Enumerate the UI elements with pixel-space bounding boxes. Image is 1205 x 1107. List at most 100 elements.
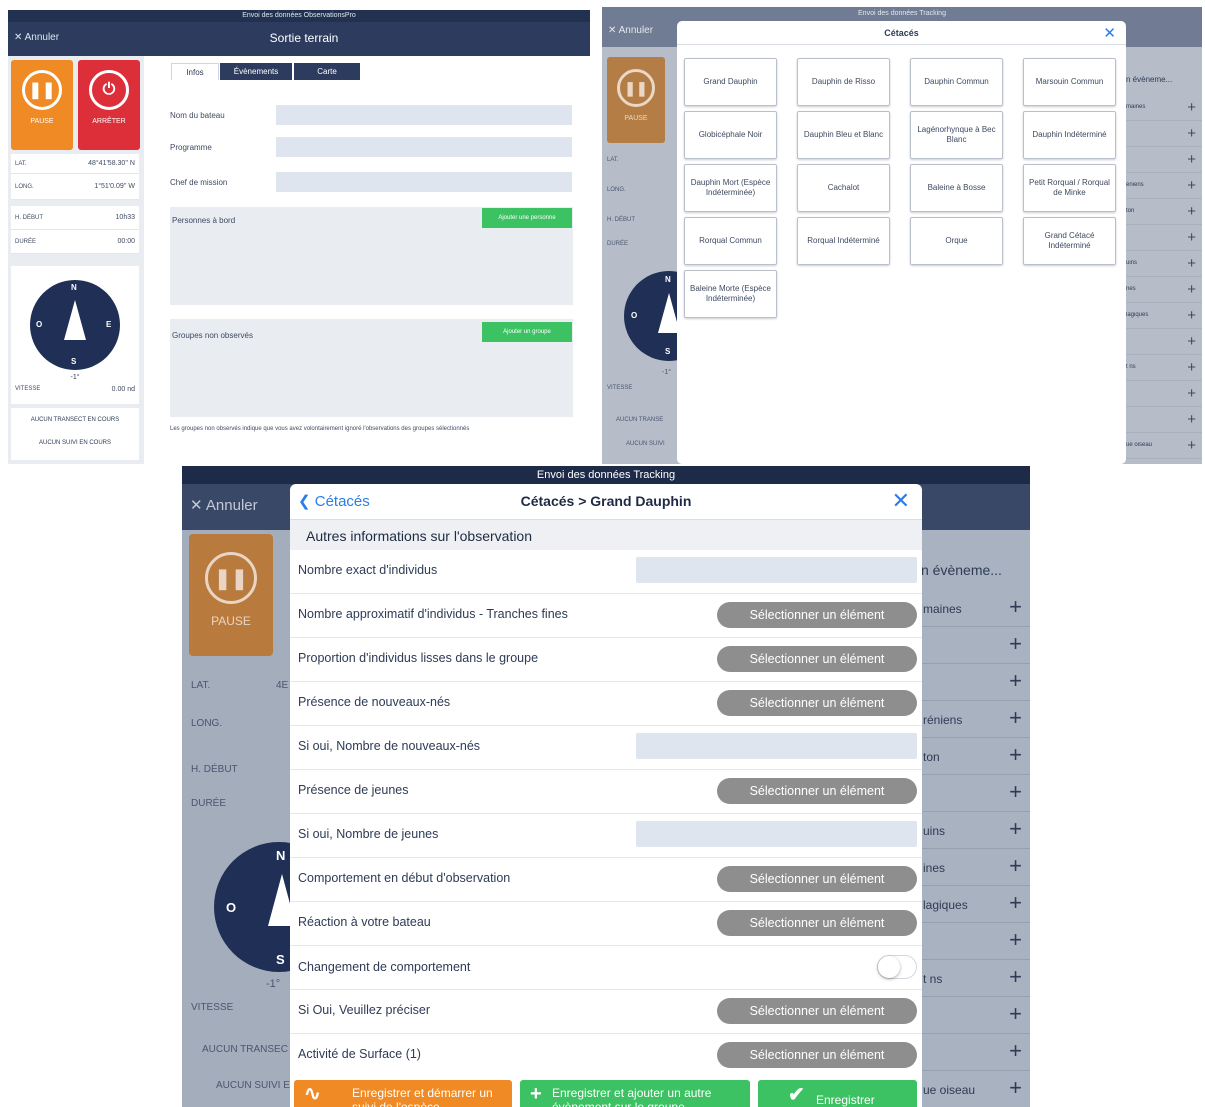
- tab-evenements[interactable]: Évènements: [220, 63, 292, 80]
- species-orque[interactable]: Orque: [910, 217, 1003, 265]
- list-item[interactable]: lagiques +: [1126, 303, 1202, 329]
- smooth-proportion-select[interactable]: Sélectionner un élément: [717, 646, 917, 672]
- list-item[interactable]: +: [919, 775, 1030, 812]
- cancel-button[interactable]: ✕ Annuler: [608, 25, 653, 36]
- list-item[interactable]: ue oiseau +: [919, 1071, 1030, 1107]
- species-dauphin-de-risso[interactable]: Dauphin de Risso: [797, 58, 890, 106]
- list-item[interactable]: ines +: [919, 849, 1030, 886]
- list-item[interactable]: maines +: [919, 590, 1030, 627]
- tab-infos[interactable]: Infos: [171, 63, 219, 80]
- species-grand-cetace-indetermine[interactable]: Grand Cétacé Indéterminé: [1023, 217, 1116, 265]
- plus-icon: +: [1009, 1001, 1022, 1026]
- cancel-button[interactable]: ✕ Annuler: [14, 32, 59, 43]
- list-item[interactable]: uins +: [1126, 251, 1202, 277]
- list-item[interactable]: t ns +: [1126, 355, 1202, 381]
- list-item[interactable]: +: [919, 997, 1030, 1034]
- newborns-count-input[interactable]: [636, 733, 917, 759]
- list-item[interactable]: +: [919, 1034, 1030, 1071]
- list-item[interactable]: +: [1126, 329, 1202, 355]
- list-item[interactable]: réniens +: [919, 701, 1030, 738]
- add-person-button[interactable]: Ajouter une personne: [482, 208, 572, 228]
- add-group-button[interactable]: Ajouter un groupe: [482, 322, 572, 342]
- save-button[interactable]: ✔ Enregistrer: [758, 1080, 917, 1107]
- juveniles-select[interactable]: Sélectionner un élément: [717, 778, 917, 804]
- list-item[interactable]: +: [1126, 121, 1202, 147]
- species-grand-dauphin[interactable]: Grand Dauphin: [684, 58, 777, 106]
- plus-icon: +: [1187, 385, 1196, 402]
- route-icon: ∿: [304, 1083, 321, 1105]
- save-and-add-button[interactable]: + Enregistrer et ajouter un autre évèneme…: [520, 1080, 750, 1107]
- behavior-detail-select[interactable]: Sélectionner un élément: [717, 998, 917, 1024]
- species-dauphin-indetermine[interactable]: Dauphin Indéterminé: [1023, 111, 1116, 159]
- form-row: Changement de comportement: [290, 946, 922, 990]
- list-item[interactable]: éniens +: [1126, 173, 1202, 199]
- species-globicephale-noir[interactable]: Globicéphale Noir: [684, 111, 777, 159]
- start-value: 10h33: [115, 214, 135, 221]
- chevron-left-icon: ❮: [298, 493, 315, 510]
- species-dauphin-commun[interactable]: Dauphin Commun: [910, 58, 1003, 106]
- species-petit-rorqual[interactable]: Petit Rorqual / Rorqual de Minke: [1023, 164, 1116, 212]
- cancel-button[interactable]: ✕ Annuler: [190, 496, 258, 514]
- compass-o: O: [36, 320, 43, 329]
- form-row-label: Comportement en début d'observation: [298, 871, 511, 885]
- species-lagenorhynque[interactable]: Lagénorhynque à Bec Blanc: [910, 111, 1003, 159]
- cancel-label: Annuler: [618, 25, 654, 36]
- close-icon[interactable]: ✕: [1103, 24, 1116, 42]
- compass-e: E: [106, 320, 112, 329]
- list-item[interactable]: +: [1126, 225, 1202, 251]
- status-bar: Envoi des données Tracking: [182, 466, 1030, 484]
- plus-icon: +: [1009, 853, 1022, 878]
- species-baleine-morte[interactable]: Baleine Morte (Espèce Indéterminée): [684, 270, 777, 318]
- species-rorqual-commun[interactable]: Rorqual Commun: [684, 217, 777, 265]
- list-item[interactable]: +: [919, 664, 1030, 701]
- plus-icon: +: [1187, 359, 1196, 376]
- stop-button[interactable]: ⏻ ARRÊTER: [78, 60, 140, 150]
- mission-chief-input[interactable]: [276, 172, 572, 192]
- list-item[interactable]: ton +: [919, 738, 1030, 775]
- lat-value: 4E: [276, 680, 289, 691]
- initial-behavior-select[interactable]: Sélectionner un élément: [717, 866, 917, 892]
- list-item[interactable]: nes +: [1126, 277, 1202, 303]
- list-item[interactable]: maines +: [1126, 95, 1202, 121]
- surface-activity-select[interactable]: Sélectionner un élément: [717, 1042, 917, 1068]
- start-label: H. DÉBUT: [15, 214, 44, 221]
- boat-name-input[interactable]: [276, 105, 572, 125]
- plus-icon: +: [1187, 437, 1196, 454]
- species-cachalot[interactable]: Cachalot: [797, 164, 890, 212]
- behavior-change-toggle[interactable]: [877, 955, 917, 979]
- species-dauphin-mort[interactable]: Dauphin Mort (Espèce Indéterminée): [684, 164, 777, 212]
- pause-button[interactable]: ❚❚ PAUSE: [189, 534, 273, 656]
- species-baleine-a-bosse[interactable]: Baleine à Bosse: [910, 164, 1003, 212]
- list-item[interactable]: +: [1126, 147, 1202, 173]
- list-item[interactable]: t ns +: [919, 960, 1030, 997]
- boat-reaction-select[interactable]: Sélectionner un élément: [717, 910, 917, 936]
- list-item[interactable]: +: [919, 627, 1030, 664]
- lat-label: LAT.: [15, 160, 27, 167]
- list-item[interactable]: ue oiseau +: [1126, 433, 1202, 459]
- tab-carte[interactable]: Carte: [294, 63, 360, 80]
- list-item[interactable]: lagiques +: [919, 886, 1030, 923]
- close-icon[interactable]: ✕: [892, 488, 910, 514]
- juveniles-count-input[interactable]: [636, 821, 917, 847]
- list-item[interactable]: +: [1126, 407, 1202, 433]
- pause-button[interactable]: ❚❚ PAUSE: [11, 60, 73, 150]
- list-item[interactable]: uins +: [919, 812, 1030, 849]
- list-item[interactable]: +: [919, 923, 1030, 960]
- list-item[interactable]: +: [1126, 381, 1202, 407]
- list-item-label: ue oiseau: [923, 1083, 976, 1097]
- suivi-status: AUCUN SUIVI EN COURS: [38, 440, 111, 446]
- species-dauphin-bleu-et-blanc[interactable]: Dauphin Bleu et Blanc: [797, 111, 890, 159]
- tracking-status: AUCUN TRANSECT EN COURS AUCUN SUIVI EN C…: [11, 408, 139, 460]
- newborns-select[interactable]: Sélectionner un élément: [717, 690, 917, 716]
- list-item[interactable]: ton +: [1126, 199, 1202, 225]
- save-and-follow-button[interactable]: ∿ Enregistrer et démarrer un suivi de l'e…: [294, 1080, 512, 1107]
- program-input[interactable]: [276, 137, 572, 157]
- persons-panel: Personnes à bord Ajouter une personne: [170, 207, 573, 305]
- back-button[interactable]: ❮ Cétacés: [298, 492, 370, 510]
- exact-count-input[interactable]: [636, 557, 917, 583]
- approx-count-select[interactable]: Sélectionner un élément: [717, 602, 917, 628]
- species-rorqual-indetermine[interactable]: Rorqual Indéterminé: [797, 217, 890, 265]
- pause-button[interactable]: ❚❚ PAUSE: [607, 57, 665, 143]
- plus-icon: +: [1009, 927, 1022, 952]
- species-marsouin-commun[interactable]: Marsouin Commun: [1023, 58, 1116, 106]
